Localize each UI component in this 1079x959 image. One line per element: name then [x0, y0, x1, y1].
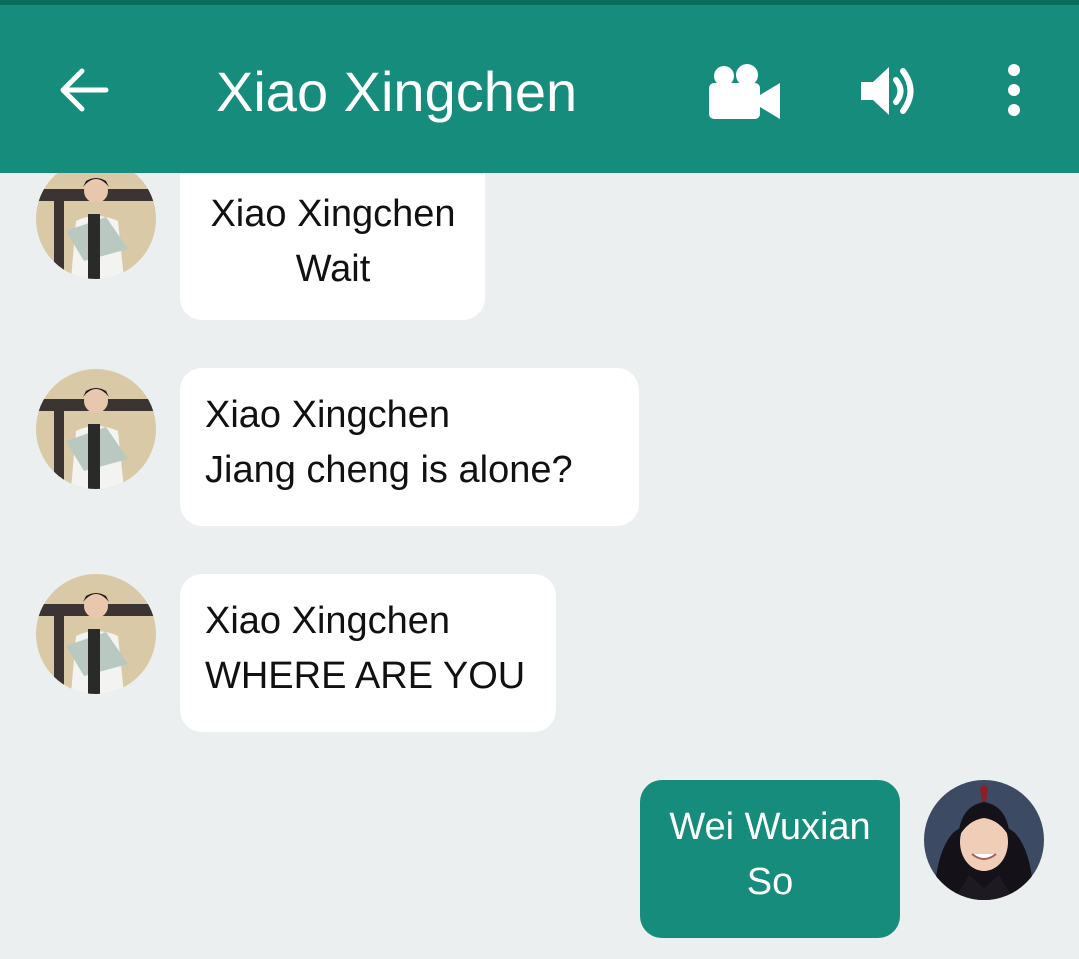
speaker-icon[interactable]: [858, 63, 918, 119]
message-sender: Xiao Xingchen: [205, 600, 451, 642]
message-sender: Xiao Xingchen: [210, 193, 456, 235]
message-text: Jiang cheng is alone?: [205, 449, 573, 491]
message-text: Wait: [295, 248, 371, 290]
contact-avatar[interactable]: [36, 574, 156, 694]
more-vertical-icon[interactable]: [1000, 63, 1028, 119]
message-bubble[interactable]: Xiao Xingchen WHERE ARE YOU: [180, 574, 556, 732]
arrow-left-icon[interactable]: [56, 65, 112, 115]
message-bubble[interactable]: Xiao Xingchen Jiang cheng is alone?: [180, 368, 639, 526]
message-bubble-outgoing[interactable]: Wei Wuxian So: [640, 780, 900, 938]
contact-avatar[interactable]: [36, 173, 156, 279]
message-sender: Xiao Xingchen: [205, 394, 451, 436]
video-camera-icon[interactable]: [706, 63, 782, 121]
message-text: So: [746, 861, 794, 903]
message-text: WHERE ARE YOU: [205, 655, 526, 697]
contact-avatar[interactable]: [36, 369, 156, 489]
message-bubble[interactable]: Xiao Xingchen Wait: [180, 173, 485, 320]
message-list[interactable]: Xiao Xingchen Wait Xiao Xingchen Jiang c…: [0, 173, 1079, 959]
chat-title: Xiao Xingchen: [216, 60, 578, 123]
user-avatar[interactable]: [924, 780, 1044, 900]
message-sender: Wei Wuxian: [669, 806, 871, 848]
chat-header: Xiao Xingchen: [0, 5, 1079, 173]
